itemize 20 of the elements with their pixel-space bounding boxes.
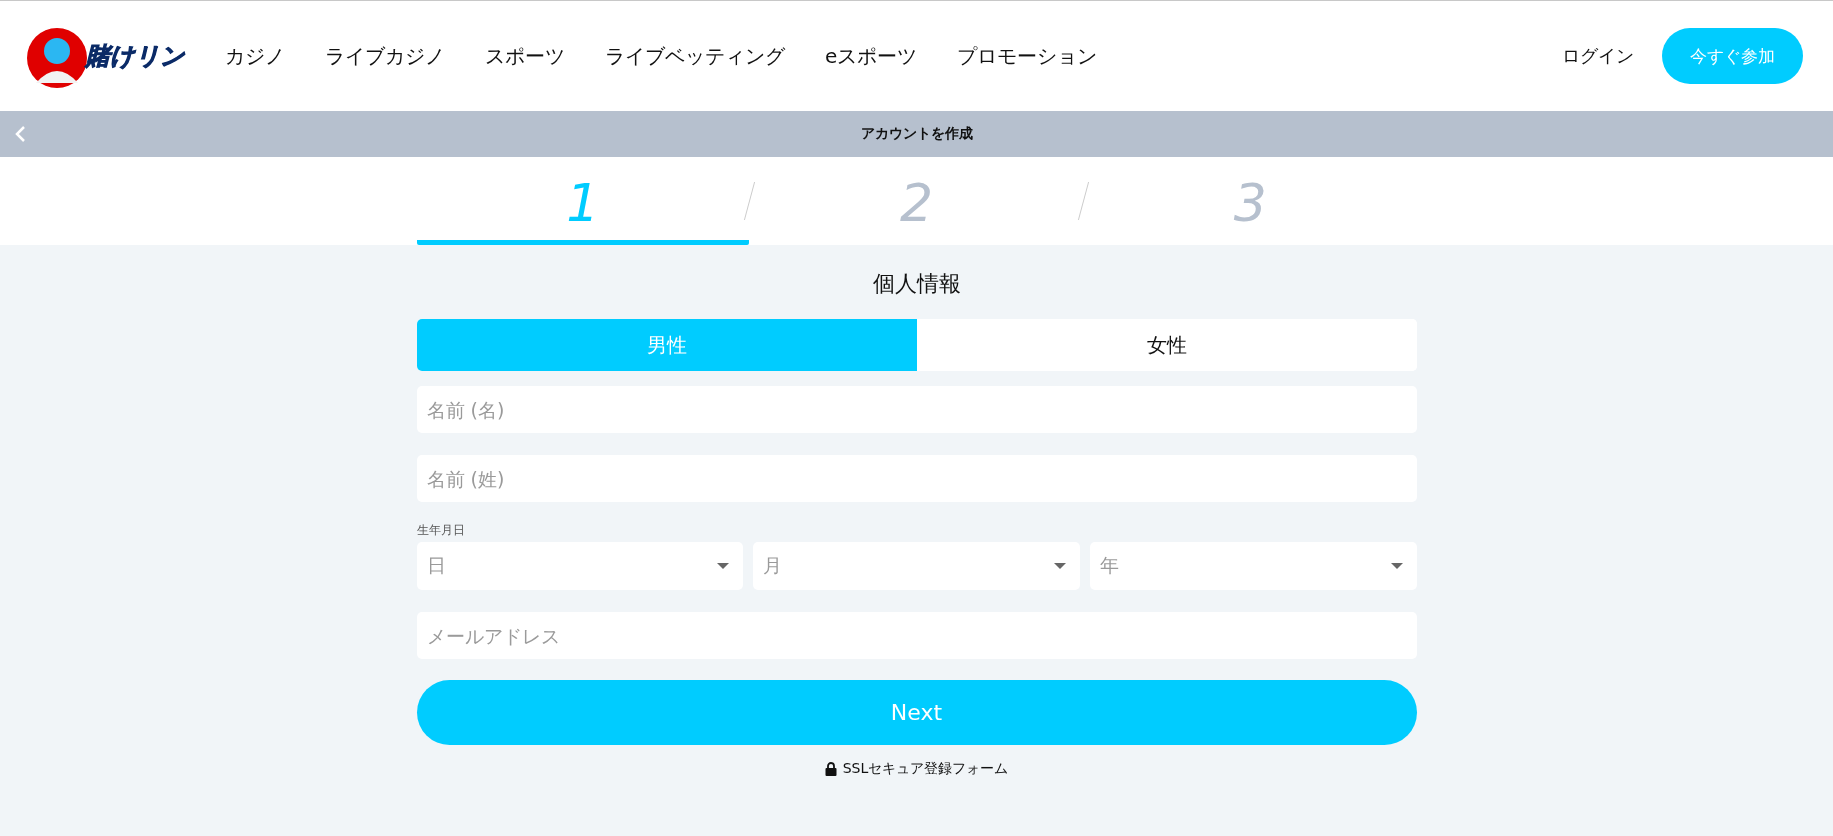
nav-link[interactable]: プロモーション [957, 42, 1098, 70]
first-name-field[interactable]: 名前 (名) [416, 386, 1417, 433]
nav-link[interactable]: ライブカジノ [325, 42, 445, 70]
birth-date-label: 生年月日 [416, 522, 466, 539]
page-title: アカウントを作成 [860, 125, 973, 143]
back-icon[interactable] [14, 125, 28, 143]
nav-link[interactable]: スポーツ [485, 42, 565, 70]
section-heading: 個人情報 [871, 270, 962, 298]
caret-icon [717, 563, 730, 569]
caret-icon [1053, 563, 1066, 569]
caret-icon [1390, 563, 1403, 569]
nav-link[interactable]: eスポーツ [825, 42, 918, 70]
ssl-note: SSLセキュア登録フォーム [842, 760, 1009, 778]
logo-text[interactable]: 賭けリン [86, 40, 185, 72]
last-name-field[interactable]: 名前 (姓) [416, 455, 1417, 502]
lock-icon [824, 762, 837, 776]
nav-link[interactable]: ライブベッティング [605, 42, 785, 70]
email-field[interactable]: メールアドレス [416, 612, 1417, 659]
login-link[interactable]: ログイン [1562, 44, 1634, 68]
nav-link[interactable]: カジノ [225, 42, 285, 70]
